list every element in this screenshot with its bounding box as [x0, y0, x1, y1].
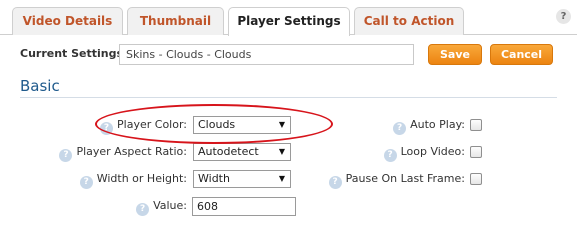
- width-or-height-select[interactable]: Width ▼: [193, 170, 291, 188]
- help-icon[interactable]: ?: [100, 122, 114, 135]
- width-or-height-label-text: Width or Height:: [96, 172, 187, 185]
- loop-video-label-text: Loop Video:: [400, 145, 465, 158]
- dropdown-arrow-icon: ▼: [278, 174, 285, 183]
- value-input[interactable]: 608: [192, 197, 296, 216]
- pause-on-last-frame-label: ? Pause On Last Frame:: [328, 170, 465, 189]
- loop-video-checkbox[interactable]: [470, 146, 482, 158]
- dropdown-arrow-icon: ▼: [278, 147, 285, 156]
- auto-play-label: ? Auto Play:: [393, 116, 465, 135]
- cancel-button[interactable]: Cancel: [490, 44, 553, 65]
- aspect-ratio-value: Autodetect: [198, 145, 259, 158]
- help-icon[interactable]: ?: [556, 9, 571, 24]
- help-icon[interactable]: ?: [59, 149, 73, 162]
- current-settings-field[interactable]: Skins - Clouds - Clouds: [119, 44, 414, 65]
- player-color-label-text: Player Color:: [117, 118, 187, 131]
- tab-bar: Video Details Thumbnail Player Settings …: [0, 0, 577, 36]
- tab-thumbnail[interactable]: Thumbnail: [127, 7, 224, 35]
- help-icon[interactable]: ?: [79, 176, 93, 189]
- width-or-height-value: Width: [198, 172, 230, 185]
- auto-play-label-text: Auto Play:: [410, 118, 465, 131]
- pause-on-last-frame-checkbox[interactable]: [470, 173, 482, 185]
- help-icon[interactable]: ?: [328, 176, 342, 189]
- aspect-ratio-label-text: Player Aspect Ratio:: [76, 145, 187, 158]
- section-divider: [20, 97, 557, 98]
- auto-play-checkbox[interactable]: [470, 119, 482, 131]
- value-label-text: Value:: [153, 199, 187, 212]
- tab-video-details[interactable]: Video Details: [12, 7, 123, 35]
- tab-call-to-action[interactable]: Call to Action: [354, 7, 464, 35]
- section-title-basic: Basic: [20, 77, 60, 95]
- player-color-label: ? Player Color:: [100, 116, 187, 135]
- player-color-select[interactable]: Clouds ▼: [193, 116, 291, 134]
- help-icon[interactable]: ?: [393, 122, 407, 135]
- save-button[interactable]: Save: [428, 44, 482, 65]
- aspect-ratio-select[interactable]: Autodetect ▼: [193, 143, 291, 161]
- help-icon[interactable]: ?: [136, 203, 150, 216]
- value-label: ? Value:: [136, 197, 187, 216]
- current-settings-label: Current Settings:: [20, 47, 128, 60]
- dropdown-arrow-icon: ▼: [278, 120, 285, 129]
- aspect-ratio-label: ? Player Aspect Ratio:: [59, 143, 187, 162]
- player-color-value: Clouds: [198, 118, 236, 131]
- width-or-height-label: ? Width or Height:: [79, 170, 187, 189]
- tab-player-settings[interactable]: Player Settings: [228, 7, 350, 36]
- help-icon[interactable]: ?: [383, 149, 397, 162]
- loop-video-label: ? Loop Video:: [383, 143, 465, 162]
- pause-on-last-frame-label-text: Pause On Last Frame:: [345, 172, 465, 185]
